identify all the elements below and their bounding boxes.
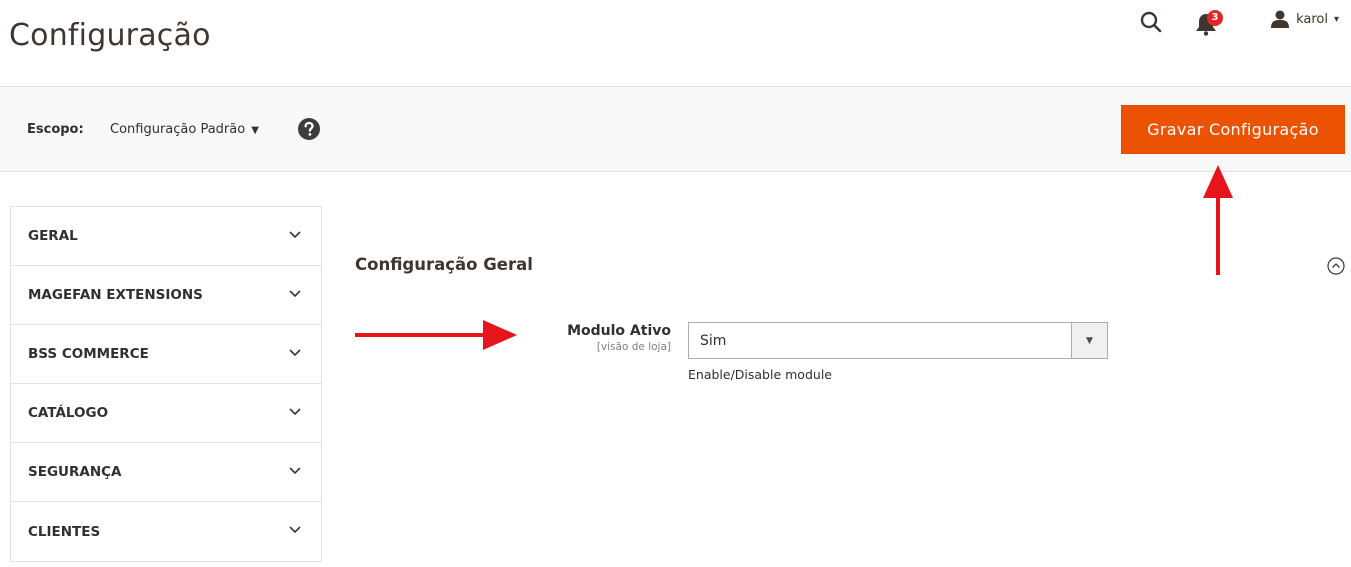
annotation-arrow-right <box>355 320 517 350</box>
field-note: Enable/Disable module <box>688 367 832 382</box>
notifications-button[interactable]: 3 <box>1195 10 1225 36</box>
page-title: Configuração <box>9 18 211 53</box>
user-caret-icon: ▾ <box>1333 13 1339 25</box>
sidebar-item-magefan-extensions[interactable]: MAGEFAN EXTENSIONS <box>11 266 321 325</box>
chevron-down-icon <box>289 231 301 239</box>
user-icon <box>1271 10 1290 28</box>
chevron-down-icon <box>289 467 301 475</box>
sidebar-item-label: SEGURANÇA <box>28 464 122 480</box>
notification-badge: 3 <box>1207 10 1223 26</box>
scope-switcher[interactable]: Configuração Padrão ▼ <box>110 122 259 137</box>
caret-down-icon: ▼ <box>251 125 259 136</box>
sidebar-item-label: CATÁLOGO <box>28 405 109 421</box>
select-toggle[interactable]: ▼ <box>1071 323 1107 358</box>
help-icon[interactable] <box>298 118 320 140</box>
user-menu[interactable]: karol ▾ <box>1270 10 1339 28</box>
sidebar-item-bss-commerce[interactable]: BSS COMMERCE <box>11 325 321 384</box>
sidebar-item-seguranca[interactable]: SEGURANÇA <box>11 443 321 502</box>
collapse-icon[interactable] <box>1327 257 1345 275</box>
chevron-down-icon <box>289 290 301 298</box>
sidebar-item-label: BSS COMMERCE <box>28 346 149 362</box>
annotation-arrow-up <box>1203 165 1233 275</box>
scope-label: Escopo: <box>27 122 84 137</box>
chevron-down-icon <box>289 526 301 534</box>
save-config-button[interactable]: Gravar Configuração <box>1121 105 1345 154</box>
scope-bar: Escopo: Configuração Padrão ▼ Gravar Conf… <box>0 86 1351 172</box>
modulo-ativo-select[interactable]: Sim ▼ <box>688 322 1108 359</box>
scope-selected-value: Configuração Padrão <box>110 122 246 137</box>
sidebar-item-catalogo[interactable]: CATÁLOGO <box>11 384 321 443</box>
field-scope-hint: [visão de loja] <box>596 341 671 353</box>
user-name: karol <box>1296 11 1328 27</box>
select-value: Sim <box>700 333 727 349</box>
field-label-text: Modulo Ativo <box>567 323 671 339</box>
caret-down-icon: ▼ <box>1086 336 1093 346</box>
sidebar-item-clientes[interactable]: CLIENTES <box>11 502 321 561</box>
section-title[interactable]: Configuração Geral <box>355 255 533 274</box>
sidebar-item-label: CLIENTES <box>28 523 101 540</box>
chevron-down-icon <box>289 349 301 357</box>
field-label: Modulo Ativo [visão de loja] <box>567 323 671 353</box>
config-sidebar: GERAL MAGEFAN EXTENSIONS BSS COMMERCE CA… <box>10 206 322 562</box>
sidebar-item-geral[interactable]: GERAL <box>11 207 321 266</box>
sidebar-item-label: MAGEFAN EXTENSIONS <box>28 287 203 303</box>
search-icon[interactable] <box>1139 10 1163 34</box>
chevron-down-icon <box>289 408 301 416</box>
sidebar-item-label: GERAL <box>28 228 78 244</box>
